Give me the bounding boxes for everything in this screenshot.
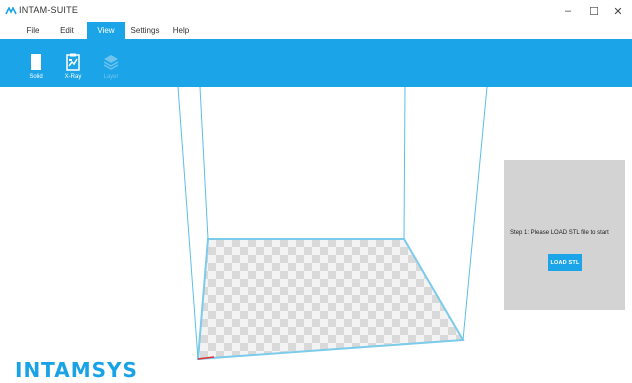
layer-view-label: Layer: [103, 74, 119, 80]
volume-edge-back-right: [403, 87, 406, 240]
menu-help[interactable]: Help: [170, 22, 192, 39]
volume-edge-front-right: [462, 87, 488, 341]
layer-view-icon: [103, 55, 119, 70]
menu-settings[interactable]: Settings: [129, 22, 161, 39]
title-bar: INTAM-SUITE – ☐ ✕: [0, 0, 632, 22]
layer-view-button[interactable]: Layer: [94, 39, 128, 87]
menu-bar: File Edit View Settings Help: [0, 22, 632, 39]
close-button[interactable]: ✕: [604, 0, 632, 22]
solid-view-icon: [31, 54, 41, 70]
solid-view-label: Solid: [29, 74, 43, 80]
xray-view-label: X-Ray: [64, 74, 82, 80]
app-logo-icon: [5, 7, 17, 15]
menu-edit[interactable]: Edit: [56, 22, 78, 39]
menu-file[interactable]: File: [22, 22, 44, 39]
xray-view-icon: [66, 53, 80, 71]
brand-logo: INTAMSYS: [15, 358, 138, 382]
volume-edge-front-left: [177, 87, 199, 360]
xray-view-button[interactable]: X-Ray: [56, 39, 90, 87]
load-panel: Step 1: Please LOAD STL file to start LO…: [504, 160, 625, 310]
window-title: INTAM-SUITE: [19, 5, 79, 15]
minimize-button[interactable]: –: [554, 0, 582, 22]
build-plate: [198, 239, 463, 359]
step-instruction: Step 1: Please LOAD STL file to start: [510, 230, 609, 236]
load-stl-button[interactable]: LOAD STL: [548, 254, 582, 271]
menu-view[interactable]: View: [87, 22, 125, 39]
volume-edge-back-left: [199, 87, 209, 240]
view-toolbar: Solid X-Ray Layer: [0, 39, 632, 87]
solid-view-button[interactable]: Solid: [19, 39, 53, 87]
